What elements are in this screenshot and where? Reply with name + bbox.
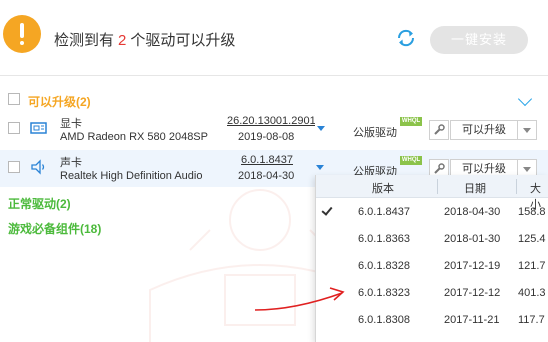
version-option[interactable]: 6.0.1.8437 2018-04-30 158.8: [316, 198, 548, 225]
upgrade-options-button[interactable]: [517, 120, 537, 140]
driver-date: 2019-08-08: [238, 131, 295, 143]
driver-name: 显卡: [60, 118, 82, 130]
column-divider: [437, 179, 438, 194]
driver-name: 声卡: [60, 157, 82, 169]
version-option[interactable]: 6.0.1.8323 2017-12-12 401.3: [316, 279, 548, 306]
upgrade-count: 2: [118, 32, 127, 49]
driver-type: 公版驱动: [353, 127, 397, 139]
warning-icon: [3, 15, 41, 53]
header-bar: 检测到有 2 个驱动可以升级 一键安装: [0, 0, 548, 76]
one-click-install-button[interactable]: 一键安装: [430, 26, 528, 54]
repair-button[interactable]: [429, 120, 449, 140]
annotation-arrow-icon: [254, 287, 345, 311]
version-option[interactable]: 6.0.1.8363 2018-01-30 125.4: [316, 225, 548, 252]
driver-row-graphics: 显卡 AMD Radeon RX 580 2048SP 26.20.13001.…: [0, 111, 548, 148]
whql-badge: WHQL: [400, 156, 422, 165]
refresh-icon[interactable]: [395, 27, 417, 49]
driver-checkbox[interactable]: [8, 122, 20, 134]
display-card-icon: [30, 122, 47, 134]
version-option[interactable]: 6.0.1.8328 2017-12-19 121.7: [316, 252, 548, 279]
wrench-icon: [434, 124, 445, 135]
collapse-chevron-icon[interactable]: [517, 91, 533, 107]
speaker-icon: [31, 159, 45, 175]
driver-date: 2018-04-30: [238, 170, 295, 182]
game-components-section-title[interactable]: 游戏必备组件(18): [8, 220, 101, 237]
check-icon: [321, 204, 333, 216]
whql-badge: WHQL: [400, 117, 422, 126]
select-all-upgradable-checkbox[interactable]: [8, 93, 20, 105]
scan-result-message: 检测到有 2 个驱动可以升级: [54, 32, 236, 49]
upgradable-section-title[interactable]: 可以升级(2): [28, 93, 91, 110]
normal-drivers-section-title[interactable]: 正常驱动(2): [8, 195, 71, 212]
column-divider: [516, 179, 517, 194]
version-list-header: 版本 日期 大小: [316, 175, 548, 211]
driver-model: AMD Radeon RX 580 2048SP: [60, 131, 208, 143]
version-option[interactable]: 6.0.1.8308 2017-11-21 117.7: [316, 306, 548, 333]
driver-checkbox[interactable]: [8, 161, 20, 173]
version-dropdown-icon[interactable]: [316, 165, 324, 170]
driver-model: Realtek High Definition Audio: [60, 170, 203, 182]
version-dropdown-icon[interactable]: [317, 126, 325, 131]
column-header-version: 版本: [372, 183, 394, 195]
upgrade-button[interactable]: 可以升级: [450, 120, 518, 140]
column-header-date: 日期: [464, 183, 486, 195]
driver-version-link[interactable]: 26.20.13001.29010: [227, 115, 315, 127]
